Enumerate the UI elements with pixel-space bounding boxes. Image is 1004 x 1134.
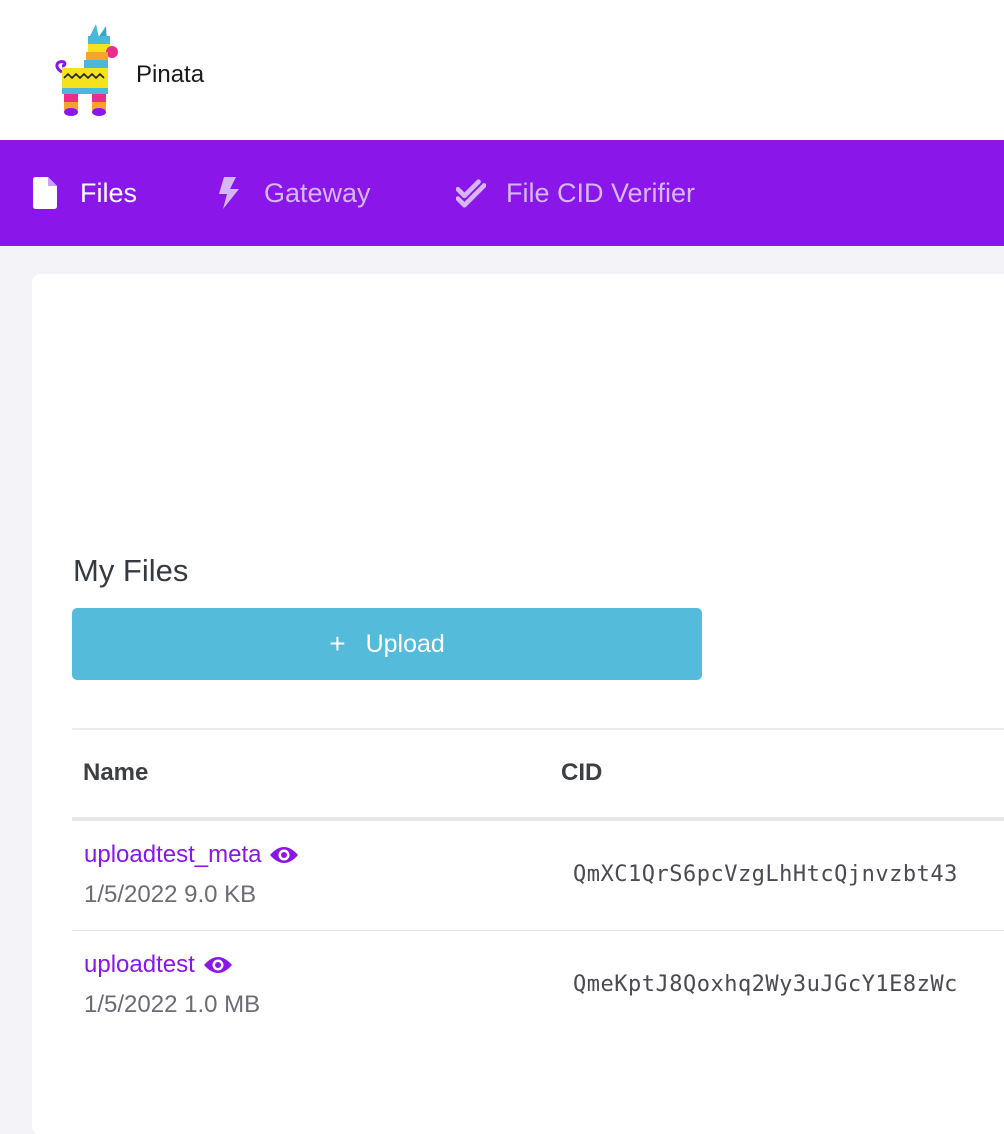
upload-button-label: Upload bbox=[365, 629, 445, 658]
file-icon bbox=[30, 177, 60, 209]
file-name-text: uploadtest_meta bbox=[84, 841, 262, 868]
column-header-name[interactable]: Name bbox=[83, 758, 148, 788]
app-header: Pinata bbox=[0, 0, 1004, 140]
file-cid[interactable]: QmeKptJ8Qoxhq2Wy3uJGcY1E8zWc bbox=[573, 970, 1004, 1000]
nav-item-label: Files bbox=[80, 177, 138, 208]
nav-item-file-cid-verifier[interactable]: File CID Verifier bbox=[456, 140, 695, 246]
page-title: My Files bbox=[73, 553, 189, 588]
row-divider bbox=[72, 930, 1004, 931]
file-meta: 1/5/2022 1.0 MB bbox=[84, 991, 261, 1018]
main-nav: Files Gateway File CID Verifier bbox=[0, 140, 1004, 246]
plus-icon: + bbox=[329, 628, 346, 659]
double-check-icon bbox=[456, 177, 486, 209]
nav-item-label: File CID Verifier bbox=[506, 177, 696, 208]
column-header-cid[interactable]: CID bbox=[561, 758, 602, 788]
nav-item-gateway[interactable]: Gateway bbox=[214, 140, 371, 246]
file-name-link[interactable]: uploadtest_meta bbox=[84, 840, 299, 870]
table-top-divider bbox=[72, 728, 1004, 730]
nav-item-files[interactable]: Files bbox=[30, 140, 137, 246]
brand-name: Pinata bbox=[136, 61, 205, 88]
file-meta: 1/5/2022 9.0 KB bbox=[84, 881, 257, 908]
upload-button[interactable]: + Upload bbox=[72, 608, 702, 680]
eye-icon[interactable] bbox=[203, 955, 233, 975]
pinata-llama-logo[interactable] bbox=[52, 22, 122, 118]
eye-icon[interactable] bbox=[269, 845, 299, 865]
table-header-divider bbox=[72, 817, 1004, 821]
file-name-text: uploadtest bbox=[84, 951, 195, 978]
file-cid[interactable]: QmXC1QrS6pcVzgLhHtcQjnvzbt43 bbox=[573, 860, 1004, 890]
file-name-link[interactable]: uploadtest bbox=[84, 950, 233, 980]
lightning-icon bbox=[214, 177, 244, 209]
nav-item-label: Gateway bbox=[264, 177, 371, 208]
